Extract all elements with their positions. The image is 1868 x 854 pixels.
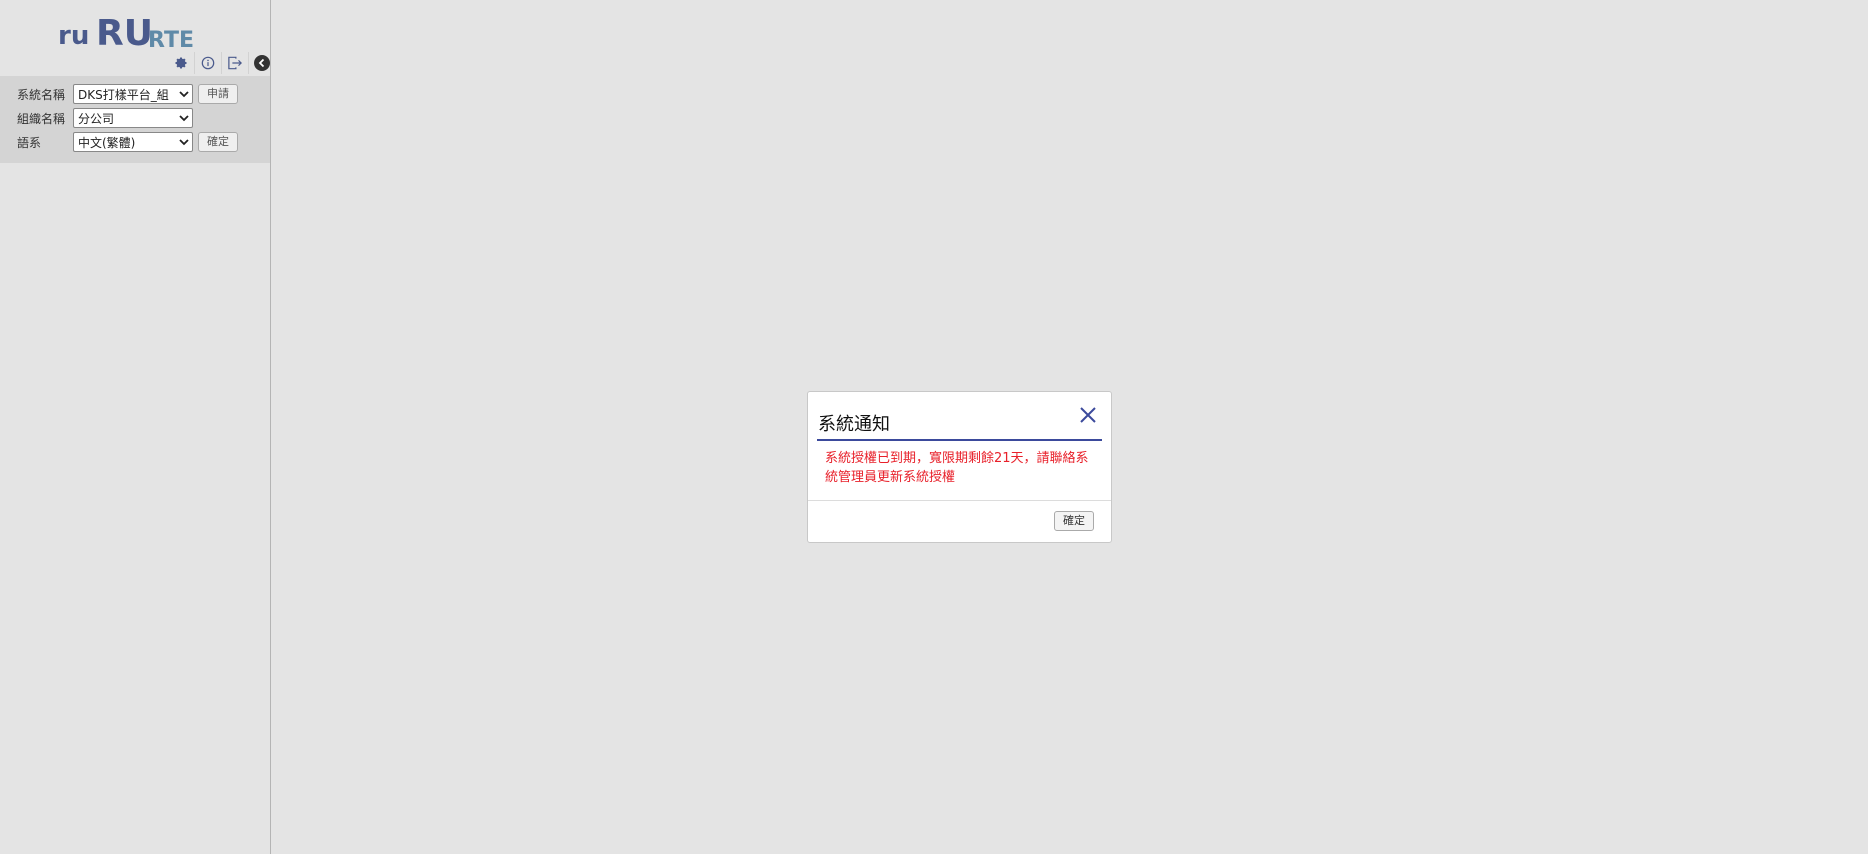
- settings-panel: 系統名稱 DKS打樣平台_組 申請 組織名稱 分公司 語系 中文(繁體) 確定: [0, 76, 270, 163]
- system-name-row: 系統名稱 DKS打樣平台_組 申請: [0, 83, 270, 105]
- org-name-row: 組織名稱 分公司: [0, 107, 270, 129]
- system-name-label: 系統名稱: [17, 88, 66, 102]
- system-notice-dialog: 系統通知 系統授權已到期，寬限期剩餘21天，請聯絡系統管理員更新系統授權 確定: [807, 391, 1112, 543]
- dialog-title-underline: [817, 439, 1102, 441]
- org-name-select[interactable]: 分公司: [73, 108, 193, 128]
- settings-button[interactable]: [168, 52, 195, 74]
- system-name-select[interactable]: DKS打樣平台_組: [73, 84, 193, 104]
- dialog-message: 系統授權已到期，寬限期剩餘21天，請聯絡系統管理員更新系統授權: [825, 451, 1089, 485]
- svg-text:RU: RU: [96, 13, 153, 50]
- org-name-label: 組織名稱: [17, 112, 66, 126]
- collapse-icon: [254, 55, 270, 71]
- collapse-sidebar-button[interactable]: [249, 52, 275, 74]
- language-value: 中文(繁體): [78, 136, 136, 150]
- info-button[interactable]: [195, 52, 222, 74]
- chevron-down-icon: [179, 91, 189, 98]
- sidebar: ru RU RTE 系統名稱 DKS打樣平台_組 申請 組織名稱 分公司 語系 …: [0, 0, 271, 854]
- confirm-language-button[interactable]: 確定: [198, 132, 238, 152]
- logout-button[interactable]: [222, 52, 249, 74]
- svg-text:RTE: RTE: [148, 28, 194, 50]
- gear-icon: [175, 57, 187, 69]
- sidebar-toolbar: [168, 52, 275, 74]
- apply-button[interactable]: 申請: [198, 84, 238, 104]
- language-label: 語系: [17, 136, 42, 150]
- language-row: 語系 中文(繁體) 確定: [0, 131, 270, 153]
- dialog-ok-button[interactable]: 確定: [1054, 511, 1094, 531]
- language-select[interactable]: 中文(繁體): [73, 132, 193, 152]
- system-name-value: DKS打樣平台_組: [78, 88, 169, 102]
- org-name-value: 分公司: [78, 112, 115, 126]
- chevron-down-icon: [179, 139, 189, 146]
- svg-text:ru: ru: [58, 21, 89, 50]
- app-logo: ru RU RTE: [58, 13, 194, 50]
- info-icon: [201, 56, 215, 70]
- close-icon[interactable]: [1079, 406, 1097, 424]
- logout-icon: [228, 56, 242, 70]
- dialog-title: 系統通知: [818, 414, 890, 435]
- chevron-down-icon: [179, 115, 189, 122]
- dialog-divider: [808, 500, 1111, 501]
